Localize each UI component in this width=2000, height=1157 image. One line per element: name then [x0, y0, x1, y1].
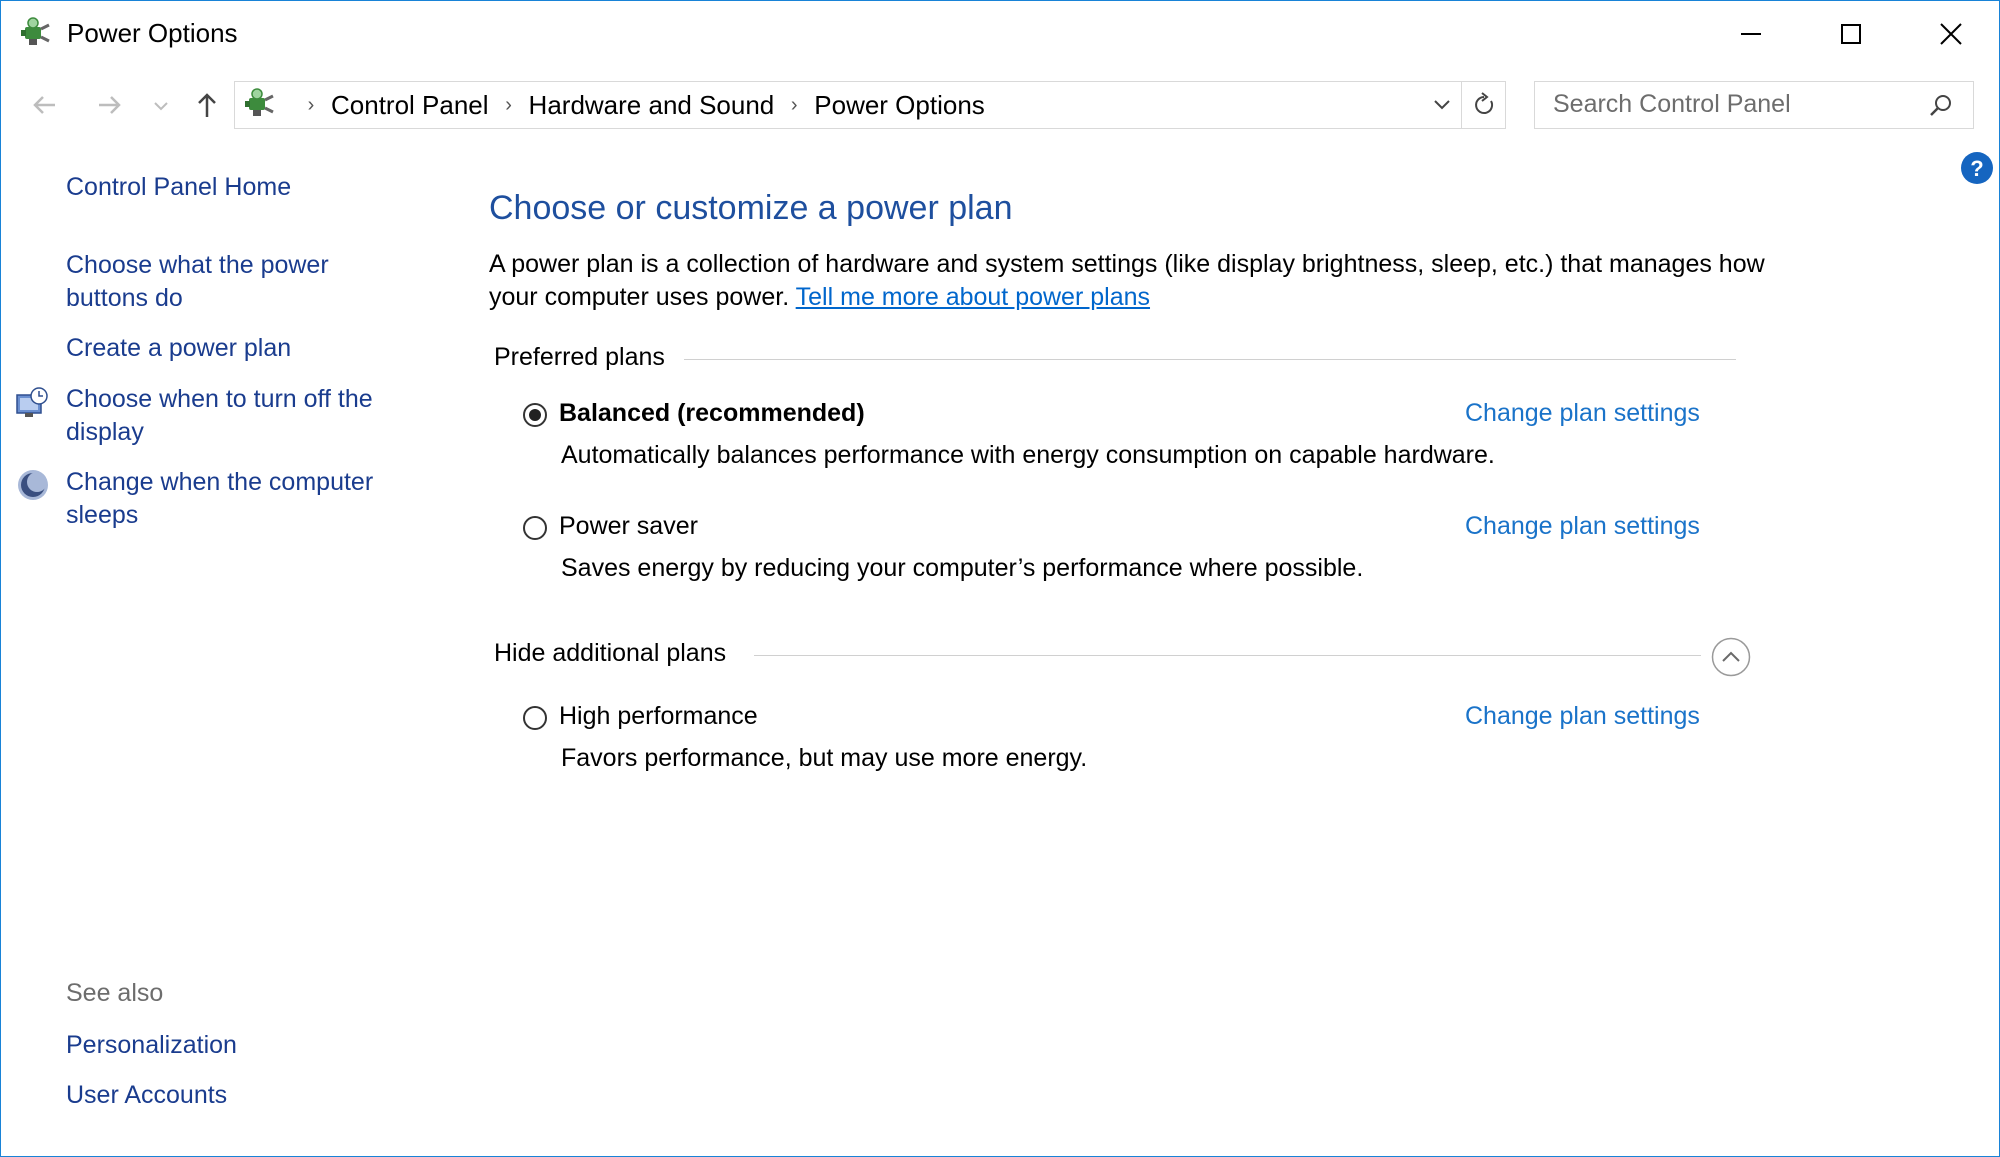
preferred-plans-heading: Preferred plans	[494, 343, 665, 371]
recent-locations-chevron-icon[interactable]	[147, 85, 175, 125]
title-bar: Power Options	[1, 1, 1999, 67]
personalization-link[interactable]: Personalization	[66, 1029, 237, 1062]
window-title: Power Options	[67, 18, 238, 48]
tell-me-more-link[interactable]: Tell me more about power plans	[796, 283, 1150, 311]
svg-text:?: ?	[1970, 156, 1983, 181]
power-options-app-icon	[21, 17, 50, 45]
forward-arrow-icon[interactable]	[89, 85, 129, 125]
high-performance-plan-radio[interactable]	[523, 706, 547, 730]
computer-sleeps-link[interactable]: Change when the computer sleeps	[66, 466, 406, 532]
power-options-location-icon	[245, 88, 274, 116]
additional-plans-divider	[754, 655, 1701, 656]
refresh-button[interactable]	[1461, 82, 1506, 128]
balanced-plan-description: Automatically balances performance with …	[561, 441, 1495, 469]
search-input[interactable]	[1535, 82, 1923, 126]
high-performance-change-plan-settings-link[interactable]: Change plan settings	[1465, 702, 1700, 731]
balanced-change-plan-settings-link[interactable]: Change plan settings	[1465, 399, 1700, 428]
close-icon	[1940, 23, 1962, 45]
power-buttons-task-link[interactable]: Choose what the power buttons do	[66, 249, 366, 315]
maximize-button[interactable]	[1801, 1, 1901, 67]
breadcrumb-power-options[interactable]: Power Options	[814, 90, 985, 121]
turn-off-display-link[interactable]: Choose when to turn off the display	[66, 383, 406, 449]
address-dropdown-chevron-icon[interactable]	[1427, 92, 1457, 118]
up-arrow-icon[interactable]	[187, 85, 227, 125]
power-options-window: Power Options › Control Panel › Hardware…	[0, 0, 2000, 1157]
page-description: A power plan is a collection of hardware…	[489, 248, 1809, 314]
breadcrumb-separator-icon[interactable]: ›	[774, 94, 814, 117]
collapse-chevron-up-icon[interactable]	[1711, 637, 1751, 677]
balanced-plan-radio[interactable]	[523, 403, 547, 427]
high-performance-plan-description: Favors performance, but may use more ene…	[561, 744, 1088, 772]
preferred-plans-divider	[684, 359, 1736, 360]
breadcrumb-separator-icon[interactable]: ›	[489, 94, 529, 117]
refresh-icon	[1475, 92, 1494, 114]
maximize-icon	[1841, 24, 1861, 44]
minimize-button[interactable]	[1701, 1, 1801, 67]
control-panel-home-link[interactable]: Control Panel Home	[66, 171, 291, 204]
user-accounts-link[interactable]: User Accounts	[66, 1079, 227, 1112]
breadcrumb: › Control Panel › Hardware and Sound › P…	[291, 82, 985, 128]
hide-additional-plans-heading[interactable]: Hide additional plans	[494, 639, 726, 668]
search-icon[interactable]	[1927, 92, 1955, 120]
high-performance-plan-name: High performance	[559, 702, 758, 730]
power-saver-change-plan-settings-link[interactable]: Change plan settings	[1465, 512, 1700, 541]
page-title: Choose or customize a power plan	[489, 189, 1013, 227]
power-saver-plan-radio[interactable]	[523, 516, 547, 540]
search-box[interactable]	[1534, 81, 1974, 129]
back-arrow-icon[interactable]	[25, 85, 65, 125]
main-content: Choose or customize a power plan A power…	[489, 161, 1889, 1061]
create-power-plan-link[interactable]: Create a power plan	[66, 332, 291, 365]
see-also-heading: See also	[66, 979, 164, 1007]
left-task-pane: Control Panel Home Choose what the power…	[1, 161, 441, 1141]
minimize-icon	[1741, 33, 1761, 35]
close-button[interactable]	[1901, 1, 1999, 67]
breadcrumb-hardware-and-sound[interactable]: Hardware and Sound	[529, 90, 775, 121]
breadcrumb-separator-icon[interactable]: ›	[291, 94, 331, 117]
display-timer-icon	[16, 387, 48, 417]
navigation-bar: › Control Panel › Hardware and Sound › P…	[1, 75, 1999, 135]
power-saver-plan-description: Saves energy by reducing your computer’s…	[561, 554, 1364, 582]
help-icon[interactable]: ?	[1959, 150, 1995, 186]
power-saver-plan-name: Power saver	[559, 512, 698, 540]
sleep-moon-icon	[18, 470, 48, 500]
address-bar[interactable]: › Control Panel › Hardware and Sound › P…	[234, 81, 1506, 129]
balanced-plan-name: Balanced (recommended)	[559, 399, 865, 427]
breadcrumb-control-panel[interactable]: Control Panel	[331, 90, 489, 121]
